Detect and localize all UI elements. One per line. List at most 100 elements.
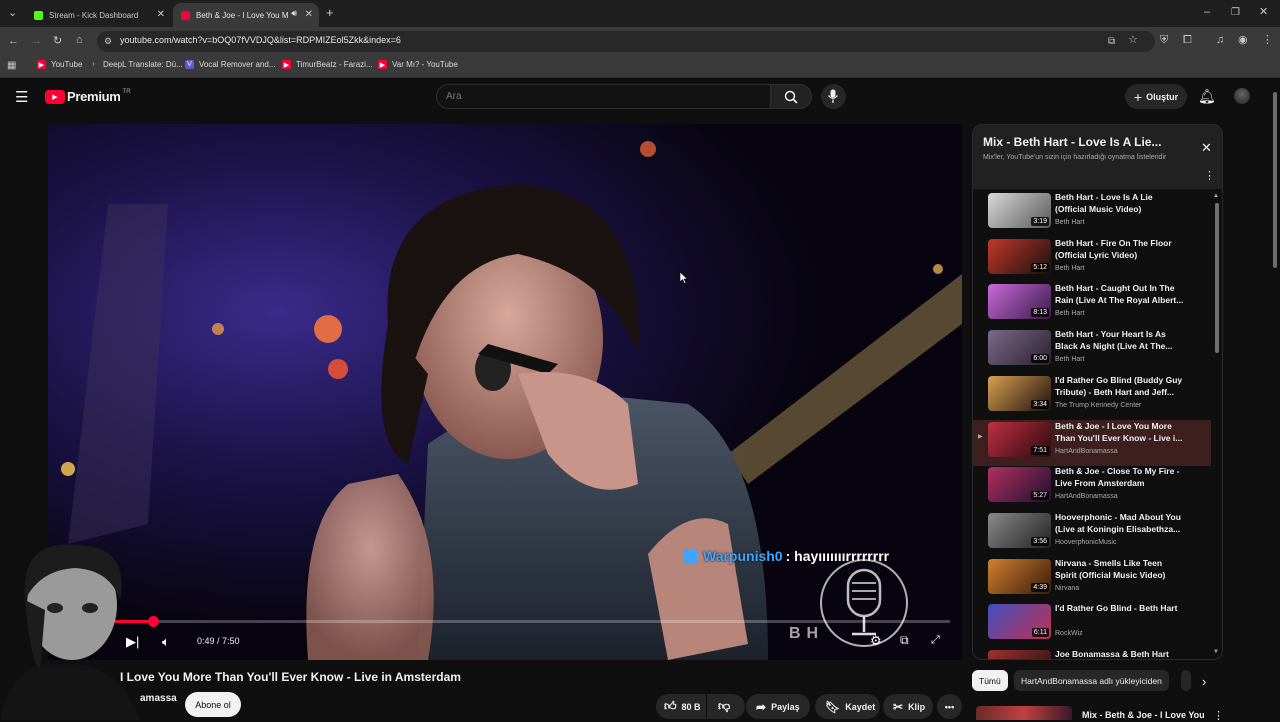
duration-badge: 3:56: [1031, 536, 1049, 546]
account-avatar[interactable]: [1234, 88, 1250, 104]
bookmark-label: Var Mı? - YouTube: [392, 60, 458, 69]
hamburger-menu-icon[interactable]: ☰: [15, 90, 28, 105]
chip-all[interactable]: Tümü: [972, 670, 1008, 691]
voice-search-button[interactable]: [821, 84, 846, 109]
playlist-title[interactable]: Mix - Beth Hart - Love Is A Lie...: [983, 135, 1161, 149]
bookmark-var-mi[interactable]: ▶ Var Mı? - YouTube: [378, 60, 458, 69]
playlist-item[interactable]: 3:19 Beth Hart - Love Is A Lie (Official …: [973, 191, 1211, 237]
home-icon[interactable]: ⌂: [76, 35, 83, 46]
next-video-thumbnail[interactable]: [976, 706, 1072, 720]
next-video-menu-icon[interactable]: ⋮: [1213, 709, 1224, 722]
site-info-icon[interactable]: ⚙: [104, 36, 112, 47]
bookmark-deepl[interactable]: › DeepL Translate: Dü...: [89, 60, 182, 69]
playlist-item[interactable]: 8:13 Beth Hart - Caught Out In The Rain (…: [973, 282, 1211, 328]
minimize-icon[interactable]: –: [1204, 7, 1210, 18]
browser-menu-icon[interactable]: ⋮: [1262, 35, 1273, 46]
close-window-icon[interactable]: ✕: [1259, 7, 1268, 18]
miniplayer-icon[interactable]: ⧉: [900, 633, 909, 648]
bookmark-timurbeatz[interactable]: ▶ TimurBeatz - Farazi...: [282, 60, 373, 69]
scroll-down-icon[interactable]: ▼: [1213, 649, 1219, 655]
playlist-item-thumbnail: [988, 650, 1051, 659]
playlist-item[interactable]: 6:11 I'd Rather Go Blind - Beth Hart RockW…: [973, 602, 1211, 648]
progress-scrubber[interactable]: [147, 616, 159, 627]
settings-gear-icon[interactable]: ⚙: [870, 633, 882, 649]
playlist-scrollbar[interactable]: [1215, 203, 1219, 353]
duration-badge: 6:11: [1031, 628, 1049, 638]
share-arrow-icon: ➦: [756, 699, 767, 714]
video-player[interactable]: BH Warpunish0 : hayııııııırrrrrrrr ▶| 🔈︎…: [48, 124, 962, 660]
chip-label: HartAndBonamassa adlı yükleyiciden: [1021, 675, 1162, 686]
channel-name[interactable]: amassa: [140, 693, 177, 704]
playlist-item-thumbnail: 5:27: [988, 467, 1051, 503]
chips-next-chevron-icon[interactable]: ›: [1202, 674, 1206, 689]
notifications-bell-icon[interactable]: 🔔︎: [1198, 88, 1216, 105]
more-actions-button[interactable]: •••: [937, 694, 962, 719]
playlist-item-thumbnail: 7:51: [988, 421, 1051, 457]
scroll-up-icon[interactable]: ▲: [1213, 193, 1219, 199]
install-app-icon[interactable]: ⧉: [1108, 36, 1115, 47]
speaker-icon[interactable]: 🔊︎: [291, 8, 297, 19]
playlist-item[interactable]: 7:51 ▶ Beth & Joe - I Love You More Than Y…: [973, 419, 1211, 466]
playlist-item[interactable]: 4:39 Nirvana - Smells Like Teen Spirit (O…: [973, 557, 1211, 603]
close-playlist-icon[interactable]: ✕: [1201, 140, 1212, 156]
subscribe-button[interactable]: Abone ol: [185, 692, 241, 717]
maximize-icon[interactable]: ❐: [1231, 7, 1240, 18]
playlist-item[interactable]: 3:56 Hooverphonic - Mad About You (Live a…: [973, 511, 1211, 557]
like-count: 80 B: [681, 701, 701, 712]
browser-tab-youtube[interactable]: Beth & Joe - I Love You Mo 🔊︎ ✕: [173, 3, 319, 27]
progress-bar-track[interactable]: [60, 616, 950, 627]
volume-icon[interactable]: 🔈︎: [162, 634, 170, 650]
browser-tab-kick[interactable]: Stream - Kick Dashboard ✕: [26, 3, 171, 27]
clip-button[interactable]: ✂ Klip: [883, 694, 933, 719]
apps-grid-icon[interactable]: ▦: [7, 60, 16, 71]
playlist-item-channel: The Trump Kennedy Center: [1055, 401, 1142, 409]
share-button[interactable]: ➦ Paylaş: [746, 694, 810, 719]
bookmark-youtube[interactable]: ▶ YouTube: [37, 60, 82, 69]
bookmark-vocal-remover[interactable]: V Vocal Remover and...: [185, 60, 275, 69]
duration-badge: 7:51: [1031, 445, 1049, 455]
tab-close-icon[interactable]: ✕: [305, 9, 313, 20]
playlist-item[interactable]: 6:00 Beth Hart - Your Heart Is As Black A…: [973, 328, 1211, 374]
profile-icon[interactable]: ◉: [1238, 35, 1248, 46]
next-video-title[interactable]: Mix - Beth & Joe - I Love You: [1082, 710, 1205, 720]
fullscreen-icon[interactable]: ⤢: [931, 634, 940, 647]
save-button[interactable]: 🔖︎ Kaydet: [815, 694, 880, 719]
extension-shield-icon[interactable]: ⛨: [1160, 35, 1168, 46]
dislike-button[interactable]: 👎︎: [707, 694, 745, 719]
playlist-item-title: Hooverphonic - Mad About You (Live at Ko…: [1055, 511, 1181, 534]
new-tab-icon[interactable]: +: [326, 6, 334, 19]
search-input[interactable]: [446, 89, 756, 104]
forward-icon[interactable]: →: [31, 36, 42, 47]
create-button[interactable]: + Oluştur: [1125, 84, 1187, 109]
bookmark-icon: 🔖︎: [825, 699, 841, 714]
playlist-item-thumbnail: 3:34: [988, 375, 1051, 411]
youtube-logo[interactable]: ▶ Premium TR: [45, 89, 131, 104]
playlist-item-title: Beth & Joe - I Love You More Than You'll…: [1055, 420, 1183, 443]
bookmark-star-icon[interactable]: ☆: [1128, 35, 1138, 46]
playlist-item-title: I'd Rather Go Blind - Beth Hart: [1055, 603, 1178, 614]
playlist-item[interactable]: 5:27 Beth & Joe - Close To My Fire - Live…: [973, 465, 1211, 511]
chip-next-partial[interactable]: [1181, 670, 1191, 691]
bookmark-label: TimurBeatz - Farazi...: [296, 60, 373, 69]
playlist-item-thumbnail: 5:12: [988, 238, 1051, 274]
tab-search-icon[interactable]: ⌄: [8, 8, 17, 19]
chip-uploads[interactable]: HartAndBonamassa adlı yükleyiciden: [1014, 670, 1169, 691]
playlist-item[interactable]: 3:34 I'd Rather Go Blind (Buddy Guy Tribu…: [973, 374, 1211, 420]
playlist-menu-icon[interactable]: ⋮: [1204, 169, 1215, 182]
playlist-item[interactable]: Joe Bonamassa & Beth Hart: [973, 648, 1211, 659]
playlist-item-thumbnail: 6:11: [988, 604, 1051, 640]
playlist-item-title: Beth Hart - Love Is A Lie (Official Musi…: [1055, 192, 1153, 214]
youtube-icon: ▶: [282, 60, 291, 69]
media-control-icon[interactable]: ♫: [1216, 35, 1224, 46]
reload-icon[interactable]: ↻: [53, 36, 62, 47]
url-text[interactable]: youtube.com/watch?v=bOQ07fVVDJQ&list=RDP…: [120, 35, 401, 45]
extensions-puzzle-icon[interactable]: ⧠: [1183, 35, 1192, 46]
logo-text: Premium: [67, 89, 121, 104]
tab-close-icon[interactable]: ✕: [157, 9, 165, 20]
duration-badge: 3:34: [1031, 399, 1049, 409]
playlist-item[interactable]: 5:12 Beth Hart - Fire On The Floor (Offic…: [973, 237, 1211, 283]
like-button[interactable]: 👍︎ 80 B: [656, 694, 706, 719]
search-button[interactable]: [771, 84, 812, 109]
back-icon[interactable]: ←: [8, 36, 19, 47]
page-scrollbar[interactable]: [1273, 92, 1277, 268]
